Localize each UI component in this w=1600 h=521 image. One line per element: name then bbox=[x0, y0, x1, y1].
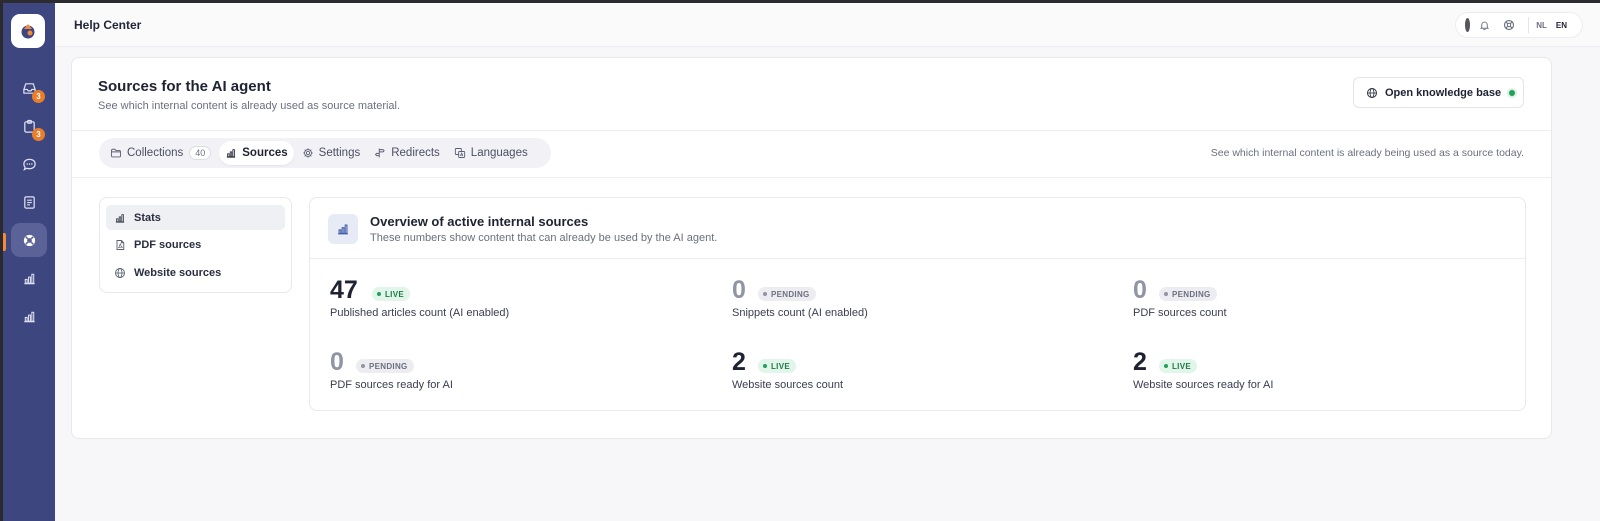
collections-count-badge: 40 bbox=[189, 146, 212, 160]
subnav-website-label: Website sources bbox=[134, 266, 222, 279]
tasks-badge: 3 bbox=[32, 128, 45, 141]
signpost-icon bbox=[375, 148, 385, 158]
status-badge-label: PENDING bbox=[771, 289, 810, 299]
status-badge-label: PENDING bbox=[1172, 289, 1211, 299]
tab-collections-label: Collections bbox=[127, 147, 184, 159]
stat-label: PDF sources count bbox=[1133, 307, 1227, 319]
stat-label: PDF sources ready for AI bbox=[330, 379, 453, 391]
status-badge-label: LIVE bbox=[1172, 361, 1191, 371]
app-logo[interactable] bbox=[11, 14, 45, 48]
tab-sources[interactable]: Sources bbox=[219, 141, 294, 165]
sidebar-item-chat[interactable] bbox=[11, 147, 47, 181]
overview-title: Overview of active internal sources bbox=[370, 214, 589, 229]
stat-value: 47 bbox=[330, 276, 358, 304]
sidebar-item-analytics[interactable] bbox=[11, 299, 47, 333]
subnav-stats-label: Stats bbox=[134, 211, 161, 224]
stat-website-ready: 2 LIVE Website sources ready for AI bbox=[1133, 348, 1513, 398]
stat-label: Snippets count (AI enabled) bbox=[732, 307, 868, 319]
subnav-pdf-label: PDF sources bbox=[134, 239, 202, 251]
bar-chart-icon bbox=[338, 224, 348, 235]
globe-icon bbox=[115, 267, 125, 278]
divider bbox=[72, 130, 1551, 131]
stat-snippets: 0 PENDING Snippets count (AI enabled) bbox=[732, 276, 1112, 326]
bar-chart-icon bbox=[23, 273, 35, 284]
divider bbox=[72, 177, 1551, 178]
bar-chart-icon bbox=[23, 311, 35, 322]
pdf-file-icon bbox=[116, 240, 125, 250]
globe-icon bbox=[1367, 87, 1377, 98]
stat-value: 2 bbox=[1133, 348, 1147, 376]
chat-icon bbox=[22, 158, 36, 171]
bell-icon[interactable] bbox=[1479, 19, 1490, 31]
stat-label: Website sources ready for AI bbox=[1133, 379, 1274, 391]
status-badge-label: LIVE bbox=[771, 361, 790, 371]
status-badge: PENDING bbox=[1159, 287, 1217, 301]
tab-bar: Collections 40 Sources Settings Redirect… bbox=[99, 138, 551, 168]
bar-chart-icon bbox=[227, 149, 236, 158]
status-dot bbox=[1509, 89, 1516, 96]
stat-value: 0 bbox=[732, 276, 746, 304]
avatar[interactable] bbox=[1465, 18, 1470, 32]
open-knowledge-base-button[interactable]: Open knowledge base bbox=[1353, 77, 1524, 108]
language-en[interactable]: EN bbox=[1556, 21, 1567, 30]
sidebar-item-tasks[interactable]: 3 bbox=[11, 109, 47, 143]
sidebar-item-reports[interactable] bbox=[11, 261, 47, 295]
stat-value: 2 bbox=[732, 348, 746, 376]
stat-value: 0 bbox=[330, 348, 344, 376]
sidebar: 3 3 bbox=[3, 3, 55, 521]
stat-label: Published articles count (AI enabled) bbox=[330, 307, 510, 319]
open-knowledge-base-label: Open knowledge base bbox=[1385, 86, 1502, 99]
tab-collections[interactable]: Collections 40 bbox=[104, 141, 217, 165]
logo-icon bbox=[21, 24, 35, 39]
status-badge: PENDING bbox=[356, 359, 414, 373]
subnav-item-website-sources[interactable]: Website sources bbox=[106, 260, 285, 285]
document-icon bbox=[23, 195, 35, 209]
tab-redirects[interactable]: Redirects bbox=[368, 141, 446, 165]
status-badge: PENDING bbox=[758, 287, 816, 301]
sidebar-item-help-center[interactable] bbox=[11, 223, 47, 257]
tabs-hint-text: See which internal content is already be… bbox=[1210, 147, 1524, 159]
status-badge-label: PENDING bbox=[369, 361, 408, 371]
bar-chart-icon bbox=[115, 213, 125, 223]
lifebuoy-icon[interactable] bbox=[1503, 19, 1515, 31]
subnav-item-stats[interactable]: Stats bbox=[106, 205, 285, 230]
sidebar-item-inbox[interactable]: 3 bbox=[11, 71, 47, 105]
translate-icon bbox=[454, 148, 465, 158]
sources-subnav: Stats PDF sources Website sources bbox=[99, 197, 292, 293]
stat-pdf-ready: 0 PENDING PDF sources ready for AI bbox=[330, 348, 710, 398]
lifebuoy-icon bbox=[23, 234, 35, 246]
page-header-title: Help Center bbox=[74, 18, 142, 32]
stat-website-sources: 2 LIVE Website sources count bbox=[732, 348, 1112, 398]
tab-settings[interactable]: Settings bbox=[296, 141, 367, 165]
main-card: Sources for the AI agent See which inter… bbox=[71, 57, 1552, 439]
inbox-badge: 3 bbox=[32, 90, 45, 103]
status-badge-label: LIVE bbox=[385, 289, 404, 299]
status-badge: LIVE bbox=[372, 287, 410, 301]
page-subtitle: See which internal content is already us… bbox=[98, 100, 401, 112]
divider bbox=[310, 258, 1525, 259]
tab-sources-label: Sources bbox=[242, 147, 288, 159]
top-bar: Help Center NL EN bbox=[55, 3, 1600, 47]
stat-value: 0 bbox=[1133, 276, 1147, 304]
tab-redirects-label: Redirects bbox=[391, 147, 440, 159]
overview-subtitle: These numbers show content that can alre… bbox=[370, 232, 718, 244]
overview-panel: Overview of active internal sources Thes… bbox=[309, 197, 1526, 411]
stat-published-articles: 47 LIVE Published articles count (AI ena… bbox=[330, 276, 710, 326]
subnav-item-pdf-sources[interactable]: PDF sources bbox=[106, 233, 285, 258]
tab-languages-label: Languages bbox=[470, 147, 528, 159]
overview-chart-icon bbox=[328, 214, 358, 244]
sidebar-item-articles[interactable] bbox=[11, 185, 47, 219]
top-controls: NL EN bbox=[1455, 12, 1583, 38]
tab-languages[interactable]: Languages bbox=[448, 141, 534, 165]
stat-pdf-sources: 0 PENDING PDF sources count bbox=[1133, 276, 1513, 326]
gear-icon bbox=[303, 148, 313, 158]
stat-label: Website sources count bbox=[732, 379, 844, 391]
status-badge: LIVE bbox=[758, 359, 796, 373]
active-nav-indicator bbox=[3, 233, 6, 251]
folder-icon bbox=[111, 148, 121, 158]
tab-settings-label: Settings bbox=[318, 147, 361, 159]
page-title: Sources for the AI agent bbox=[98, 78, 271, 95]
language-nl[interactable]: NL bbox=[1536, 21, 1547, 30]
status-badge: LIVE bbox=[1159, 359, 1197, 373]
